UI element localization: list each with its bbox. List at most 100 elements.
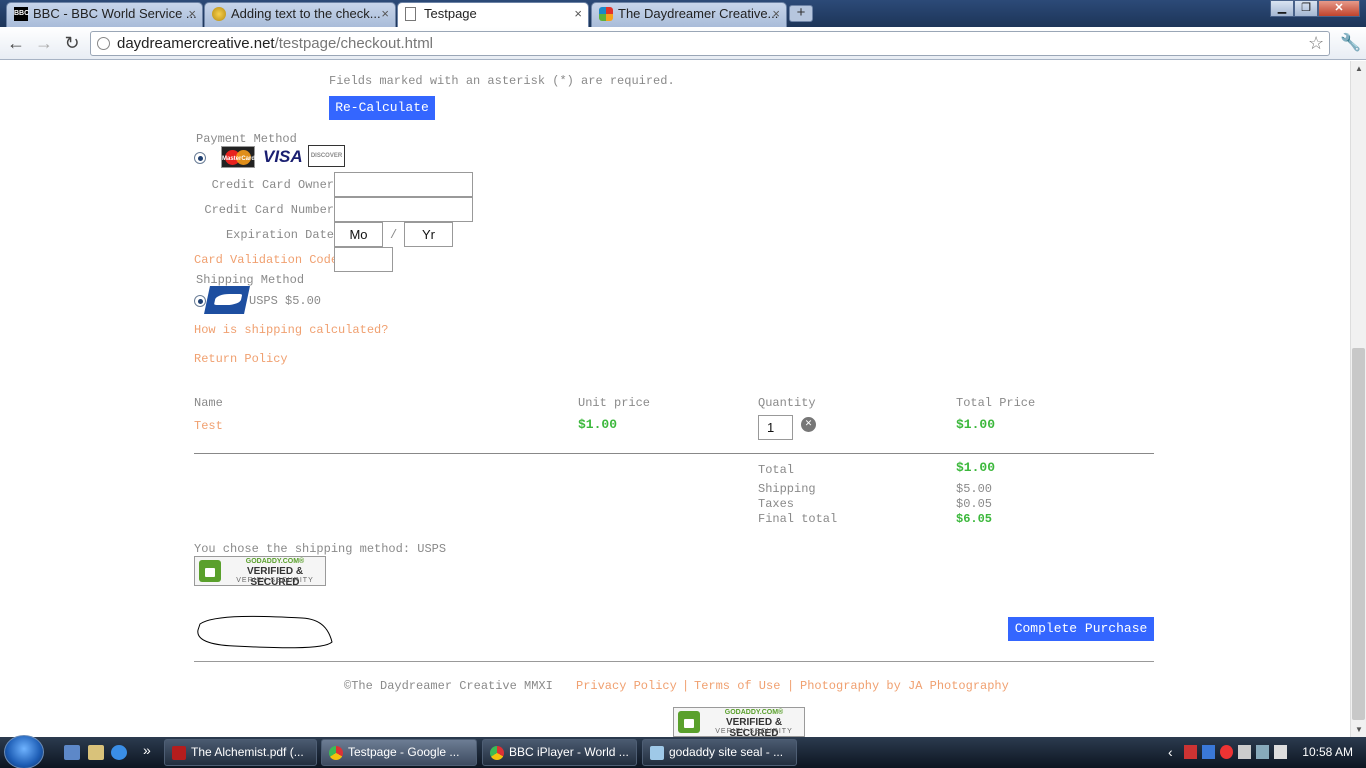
bbc-icon: BBC	[14, 7, 29, 21]
payment-radio[interactable]	[194, 152, 206, 164]
remove-item-icon[interactable]: ✕	[801, 417, 816, 432]
footer-divider	[194, 661, 1154, 662]
chosen-shipping-text: You chose the shipping method: USPS	[194, 542, 447, 556]
tray-app-icon[interactable]	[1184, 745, 1197, 759]
cvc-label[interactable]: Card Validation Code	[194, 253, 338, 267]
shipping-value: $5.00	[956, 482, 993, 496]
tab-label: Adding text to the check...	[231, 6, 381, 21]
seal-bottom-text: VERIFY SECURITY	[236, 577, 314, 584]
chrome-icon	[490, 746, 504, 760]
shipping-option: USPS $5.00	[249, 294, 322, 308]
expiration-month-select[interactable]: Mo	[334, 222, 383, 247]
notepad-icon	[650, 746, 664, 760]
shipping-label: Shipping	[758, 482, 816, 496]
task-alchemist-pdf[interactable]: The Alchemist.pdf (...	[164, 739, 317, 766]
tray-volume-icon[interactable]	[1274, 745, 1287, 759]
tab-testpage[interactable]: Testpage ×	[397, 2, 589, 28]
task-label: The Alchemist.pdf (...	[191, 745, 304, 759]
number-label: Credit Card Number	[204, 203, 334, 217]
total-label: Total	[758, 463, 795, 477]
task-testpage-chrome[interactable]: Testpage - Google ...	[321, 739, 477, 766]
recalculate-button[interactable]: Re-Calculate	[329, 96, 435, 120]
scroll-down-icon[interactable]: ▼	[1355, 725, 1363, 734]
url-path: /testpage/checkout.html	[274, 35, 434, 52]
close-icon[interactable]: ×	[574, 3, 582, 25]
tab-adding-text[interactable]: Adding text to the check... ×	[204, 2, 396, 27]
final-total-value: $6.05	[956, 512, 993, 526]
task-label: godaddy site seal - ...	[669, 745, 784, 759]
tray-bluetooth-icon[interactable]	[1202, 745, 1215, 759]
terms-of-use-link[interactable]: Terms of Use	[694, 679, 780, 693]
photography-link[interactable]: Photography by JA Photography	[800, 679, 1009, 693]
quick-launch-more[interactable]: »	[143, 742, 151, 758]
privacy-policy-link[interactable]: Privacy Policy	[576, 679, 677, 693]
discover-text: DISCOVER	[310, 153, 343, 159]
expiration-label: Expiration Date	[225, 228, 334, 242]
bookmark-star-icon[interactable]: ☆	[1308, 33, 1324, 54]
seal-top-text: GODADDY.COM®	[245, 558, 305, 565]
scroll-up-icon[interactable]: ▲	[1355, 64, 1363, 73]
card-owner-input[interactable]	[334, 172, 473, 197]
close-window-button[interactable]: ✕	[1318, 0, 1360, 17]
tray-expand-icon[interactable]: ‹	[1168, 744, 1173, 760]
godaddy-seal[interactable]: GODADDY.COM® VERIFIED & SECURED VERIFY S…	[194, 556, 326, 588]
chrome-icon	[329, 746, 343, 760]
shipping-radio[interactable]	[194, 295, 206, 307]
page-scrollbar[interactable]: ▲ ▼	[1350, 61, 1366, 737]
card-number-input[interactable]	[334, 197, 473, 222]
joomla-icon	[599, 7, 613, 21]
reload-button[interactable]: ↻	[61, 33, 83, 53]
address-bar[interactable]: daydreamercreative.net/testpage/checkout…	[90, 31, 1330, 56]
tab-label: BBC - BBC World Service ...	[33, 6, 197, 21]
complete-purchase-button[interactable]: Complete Purchase	[1008, 617, 1154, 641]
footer-copyright: ©The Daydreamer Creative MMXI	[344, 679, 553, 693]
minimize-button[interactable]: ▁	[1270, 0, 1294, 17]
back-button[interactable]: ←	[5, 33, 27, 53]
item-name-link[interactable]: Test	[194, 419, 223, 433]
system-tray: ‹ 10:58 AM	[1162, 737, 1366, 768]
pdf-icon	[172, 746, 186, 760]
final-total-label: Final total	[758, 512, 838, 526]
url-host: daydreamercreative.net	[117, 35, 275, 52]
expiration-year-select[interactable]: Yr	[404, 222, 453, 247]
shipping-info-link[interactable]: How is shipping calculated?	[194, 323, 388, 337]
tray-power-icon[interactable]	[1238, 745, 1251, 759]
quantity-input[interactable]	[758, 415, 793, 440]
task-godaddy-notepad[interactable]: godaddy site seal - ...	[642, 739, 797, 766]
mastercard-icon: MasterCard	[221, 146, 255, 168]
windows-taskbar: » The Alchemist.pdf (... Testpage - Goog…	[0, 735, 1366, 768]
header-name: Name	[194, 396, 223, 410]
page-viewport: Fields marked with an asterisk (*) are r…	[0, 61, 1350, 737]
forward-button[interactable]: →	[33, 33, 55, 53]
tab-daydreamer[interactable]: The Daydreamer Creative... ×	[591, 2, 787, 27]
globe-icon	[97, 37, 110, 50]
internet-explorer-icon[interactable]	[111, 745, 127, 760]
new-tab-button[interactable]: +	[789, 5, 813, 22]
close-icon[interactable]: ×	[188, 3, 196, 25]
task-label: BBC iPlayer - World ...	[509, 745, 629, 759]
mastercard-text: MasterCard	[222, 156, 256, 162]
show-desktop-icon[interactable]	[64, 745, 80, 760]
visa-text: VISA	[263, 147, 303, 166]
tray-network-icon[interactable]	[1256, 745, 1269, 759]
cvc-input[interactable]	[334, 247, 393, 272]
item-unit-price: $1.00	[578, 417, 618, 432]
header-total-price: Total Price	[956, 396, 1036, 410]
close-icon[interactable]: ×	[772, 3, 780, 25]
task-bbc-iplayer[interactable]: BBC iPlayer - World ...	[482, 739, 637, 766]
shipping-method-label: Shipping Method	[196, 273, 305, 287]
return-policy-link[interactable]: Return Policy	[194, 352, 288, 366]
start-button[interactable]	[4, 735, 44, 768]
explorer-icon[interactable]	[88, 745, 104, 760]
taskbar-clock[interactable]: 10:58 AM	[1302, 745, 1353, 759]
date-separator: /	[390, 228, 398, 242]
godaddy-footer-seal[interactable]: GODADDY.COM® VERIFIED & SECURED VERIFY S…	[673, 707, 805, 737]
tab-strip: BBC BBC - BBC World Service ... × Adding…	[0, 0, 1366, 28]
taxes-value: $0.05	[956, 497, 993, 511]
wrench-menu-icon[interactable]: 🔧	[1340, 33, 1361, 53]
scroll-thumb[interactable]	[1352, 348, 1365, 720]
tab-bbc-world-service[interactable]: BBC BBC - BBC World Service ... ×	[6, 2, 203, 27]
tray-flash-icon[interactable]	[1220, 745, 1233, 759]
maximize-button[interactable]: ❐	[1294, 0, 1318, 17]
close-icon[interactable]: ×	[381, 3, 389, 25]
